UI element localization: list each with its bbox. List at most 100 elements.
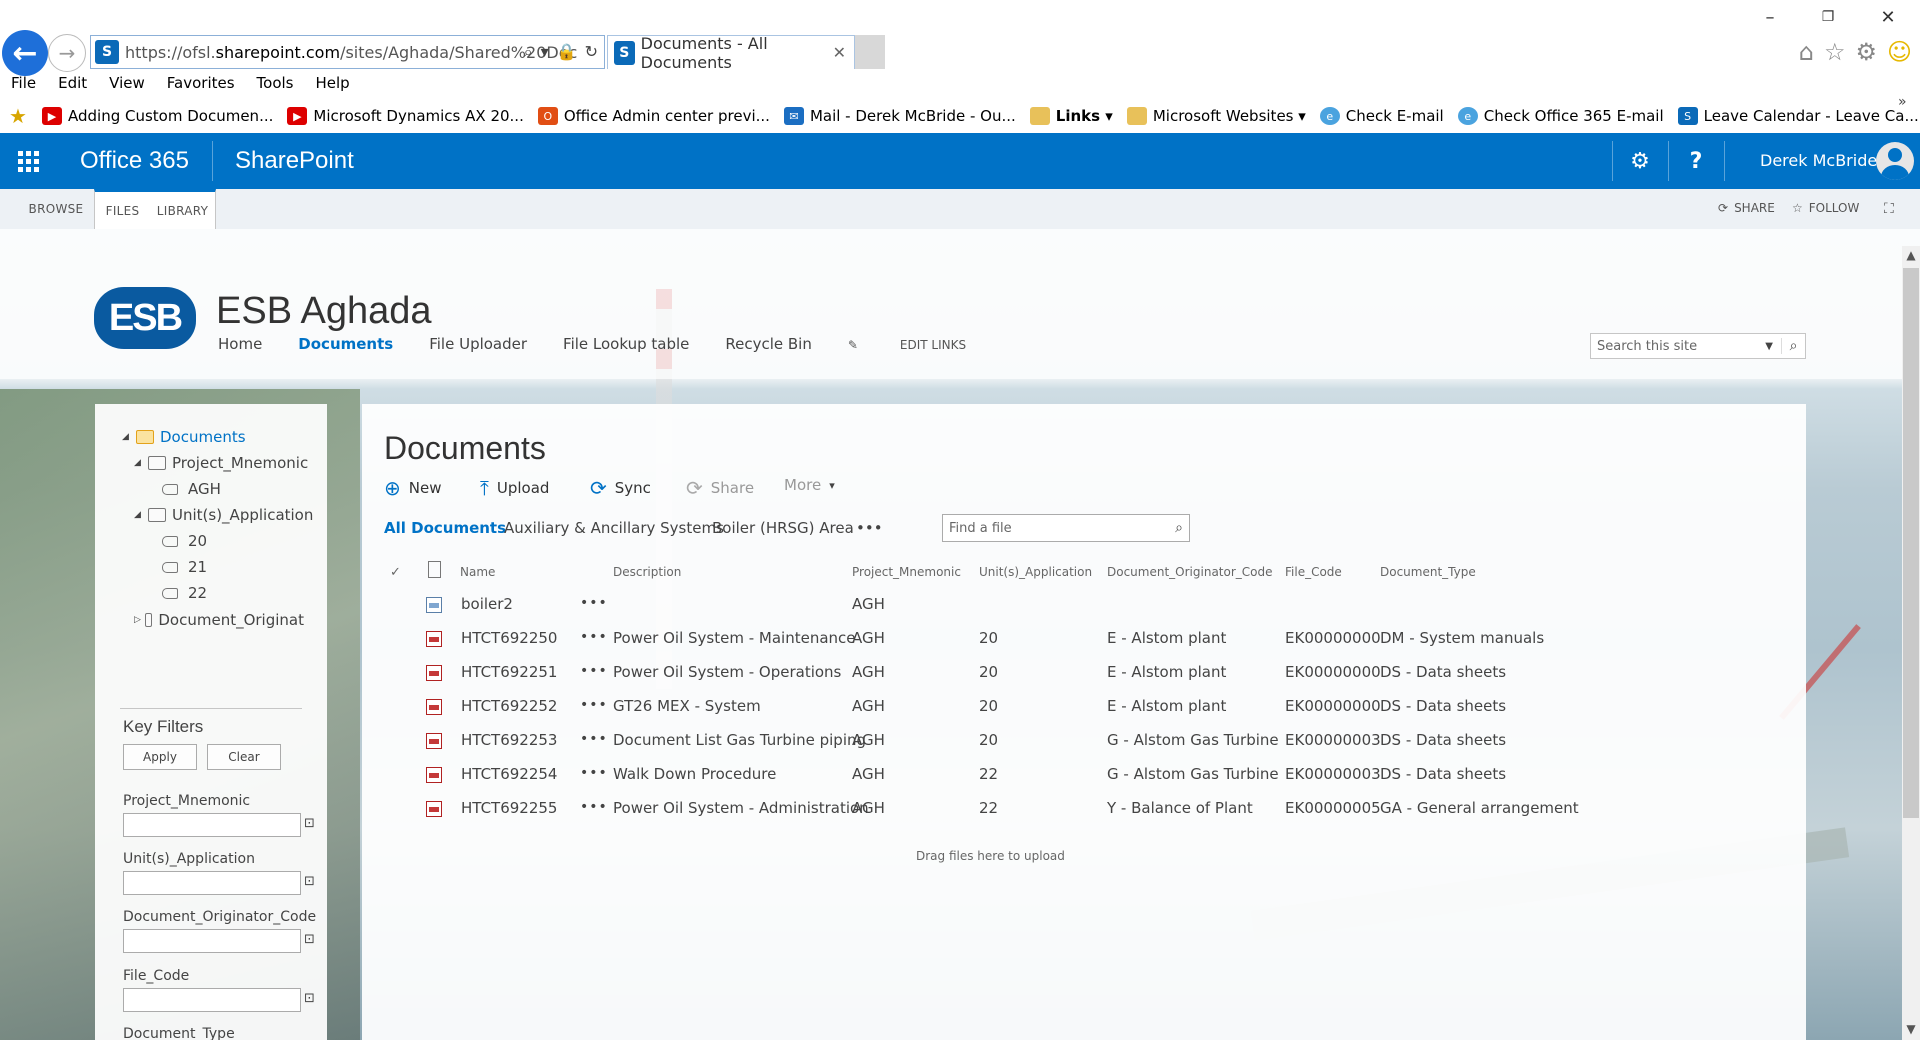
lock-icon[interactable]: 🔒: [557, 42, 577, 62]
site-title[interactable]: ESB Aghada: [216, 290, 432, 333]
browse-terms-icon[interactable]: ⊡: [304, 932, 322, 948]
office365-brand[interactable]: Office 365: [80, 147, 189, 175]
favorite-link[interactable]: S Leave Calendar - Leave Ca...: [1677, 107, 1919, 125]
site-search-input[interactable]: Search this site ▼ ⌕: [1590, 333, 1806, 359]
filter-input-units[interactable]: [123, 871, 301, 895]
nav-file-uploader[interactable]: File Uploader: [429, 335, 527, 353]
favorite-folder[interactable]: Links ▾: [1029, 107, 1113, 125]
favorites-add[interactable]: ★: [8, 104, 34, 128]
filter-input-project-mnemonic[interactable]: [123, 813, 301, 837]
search-icon[interactable]: ⌕: [1175, 520, 1183, 536]
column-file-code[interactable]: File_Code: [1285, 565, 1342, 579]
column-project-mnemonic[interactable]: Project_Mnemonic: [852, 565, 961, 579]
sharepoint-label[interactable]: SharePoint: [235, 147, 354, 175]
menu-help[interactable]: Help: [305, 74, 361, 94]
column-originator[interactable]: Document_Originator_Code: [1107, 565, 1273, 579]
favorite-link[interactable]: ▶ Microsoft Dynamics AX 20...: [287, 107, 524, 125]
minimize-button[interactable]: –: [1742, 0, 1798, 34]
tree-item-agh[interactable]: AGH: [162, 480, 221, 498]
ellipsis-icon[interactable]: •••: [580, 731, 608, 747]
ellipsis-icon[interactable]: •••: [580, 697, 608, 713]
cell-name[interactable]: boiler2: [461, 595, 513, 613]
settings-gear-icon[interactable]: ⚙: [1612, 133, 1668, 189]
favorites-star-icon[interactable]: ☆: [1824, 38, 1846, 66]
menu-view[interactable]: View: [98, 74, 156, 94]
address-bar[interactable]: S https://ofsl.sharepoint.com/sites/Agha…: [90, 35, 605, 69]
nav-documents[interactable]: Documents: [298, 335, 393, 353]
ellipsis-icon[interactable]: •••: [580, 799, 608, 815]
favorite-folder[interactable]: Microsoft Websites ▾: [1126, 107, 1306, 125]
tree-item-documents[interactable]: ◢ Documents: [122, 428, 246, 446]
collapse-icon[interactable]: ▷: [134, 615, 141, 625]
ellipsis-icon[interactable]: •••: [580, 765, 608, 781]
new-tab-button[interactable]: [855, 35, 885, 69]
share-button[interactable]: ⟳ Share: [686, 476, 754, 500]
new-button[interactable]: ⊕ New: [384, 476, 441, 500]
forward-button[interactable]: →: [48, 34, 86, 72]
filter-input-file-code[interactable]: [123, 988, 301, 1012]
browse-terms-icon[interactable]: ⊡: [304, 874, 322, 890]
view-all-documents[interactable]: All Documents: [384, 519, 506, 537]
expand-icon[interactable]: ◢: [122, 432, 132, 442]
cell-name[interactable]: HTCT692251: [461, 663, 557, 681]
scrollbar-thumb[interactable]: [1903, 268, 1919, 818]
tab-files-label[interactable]: FILES: [95, 204, 150, 218]
nav-recycle-bin[interactable]: Recycle Bin: [725, 335, 811, 353]
site-logo[interactable]: ESB: [94, 287, 196, 349]
share-action[interactable]: ⟳ SHARE: [1718, 201, 1775, 215]
tab-library[interactable]: LIBRARY: [150, 204, 215, 218]
back-button[interactable]: ←: [2, 30, 48, 76]
nav-file-lookup-table[interactable]: File Lookup table: [563, 335, 689, 353]
tab-browse[interactable]: BROWSE: [20, 189, 92, 229]
tree-item-project-mnemonic[interactable]: ◢ Project_Mnemonic: [134, 454, 308, 472]
column-document-type[interactable]: Document_Type: [1380, 565, 1476, 579]
browser-tab[interactable]: S Documents - All Documents ✕: [607, 34, 855, 72]
view-boiler[interactable]: Boiler (HRSG) Area: [712, 519, 854, 537]
scroll-down-icon[interactable]: ▼: [1902, 1020, 1920, 1038]
cell-name[interactable]: HTCT692252: [461, 697, 557, 715]
follow-action[interactable]: ☆ FOLLOW: [1792, 201, 1859, 215]
browse-terms-icon[interactable]: ⊡: [304, 991, 322, 1007]
refresh-icon[interactable]: ↻: [585, 42, 598, 62]
close-window-button[interactable]: ✕: [1860, 0, 1916, 34]
more-button[interactable]: More ▾: [784, 476, 835, 494]
menu-edit[interactable]: Edit: [47, 74, 98, 94]
ellipsis-icon[interactable]: •••: [580, 663, 608, 679]
user-name[interactable]: Derek McBride: [1760, 151, 1877, 170]
cell-name[interactable]: HTCT692253: [461, 731, 557, 749]
filter-input-originator[interactable]: [123, 929, 301, 953]
help-icon[interactable]: ?: [1668, 133, 1724, 189]
favorite-link[interactable]: ✉ Mail - Derek McBride - Ou...: [783, 107, 1016, 125]
favorite-link[interactable]: e Check Office 365 E-mail: [1457, 107, 1664, 125]
menu-file[interactable]: File: [0, 74, 47, 94]
menu-favorites[interactable]: Favorites: [156, 74, 246, 94]
cell-name[interactable]: HTCT692254: [461, 765, 557, 783]
tree-item-units[interactable]: ◢ Unit(s)_Application: [134, 506, 313, 524]
chevron-right-icon[interactable]: »: [1898, 94, 1907, 110]
select-all-checkmark-icon[interactable]: ✓: [390, 565, 401, 580]
apply-button[interactable]: Apply: [123, 744, 197, 770]
expand-icon[interactable]: ◢: [134, 510, 144, 520]
nav-home[interactable]: Home: [218, 335, 262, 353]
tree-item-21[interactable]: 21: [162, 558, 207, 576]
menu-tools[interactable]: Tools: [246, 74, 305, 94]
column-name[interactable]: Name: [460, 565, 495, 579]
close-tab-icon[interactable]: ✕: [833, 43, 846, 62]
clear-button[interactable]: Clear: [207, 744, 281, 770]
favorite-link[interactable]: O Office Admin center previ...: [537, 107, 770, 125]
dropdown-icon[interactable]: ▾: [541, 42, 549, 62]
cell-name[interactable]: HTCT692255: [461, 799, 557, 817]
tree-item-document-originator[interactable]: ▷ Document_Originat: [134, 611, 304, 629]
upload-button[interactable]: ⤒ Upload: [480, 476, 549, 500]
expand-icon[interactable]: ◢: [134, 458, 144, 468]
avatar[interactable]: [1876, 142, 1914, 180]
tree-item-22[interactable]: 22: [162, 584, 207, 602]
cell-name[interactable]: HTCT692250: [461, 629, 557, 647]
sync-button[interactable]: ⟳ Sync: [590, 476, 651, 500]
restore-button[interactable]: ❐: [1800, 0, 1856, 34]
view-auxiliary[interactable]: Auxiliary & Ancillary Systems: [504, 519, 724, 537]
smiley-icon[interactable]: ☺: [1887, 38, 1912, 66]
dropdown-icon[interactable]: ▼: [1765, 341, 1773, 352]
search-icon[interactable]: ⌕: [1781, 338, 1805, 354]
home-icon[interactable]: ⌂: [1799, 38, 1814, 66]
